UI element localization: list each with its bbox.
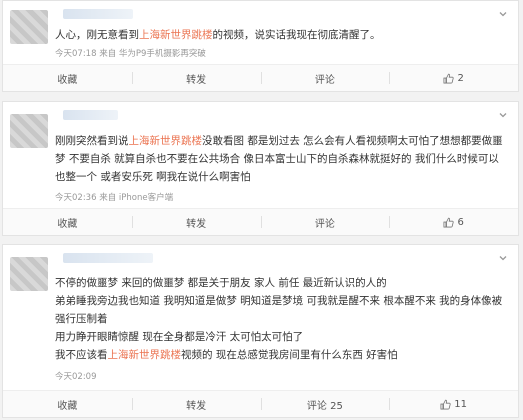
comment-button[interactable]: 评论 [260, 65, 390, 91]
text-part: 视频的 现在总感觉我房间里有什么东西 好害怕 [181, 349, 398, 361]
text-line: 我不应该看上海新世界跳楼视频的 现在总感觉我房间里有什么东西 好害怕 [55, 346, 506, 364]
thumbs-up-icon [440, 399, 451, 410]
avatar[interactable] [10, 114, 48, 148]
comment-card-1: 人心，刚无意看到上海新世界跳楼的视频，说实话我现在彻底清醒了。 今天07:18 … [2, 0, 519, 92]
comment-text: 刚刚突然看到说上海新世界跳楼没敢看图 都是划过去 怎么会有人看视频啊太可怕了想想… [55, 132, 506, 186]
collect-label: 收藏 [57, 74, 78, 86]
repost-label: 转发 [186, 218, 207, 230]
thumbs-up-icon [443, 73, 455, 84]
like-count: 11 [454, 398, 467, 410]
collect-button[interactable]: 收藏 [3, 65, 132, 91]
collect-label: 收藏 [57, 400, 78, 412]
like-count: 6 [457, 216, 464, 228]
chevron-down-icon[interactable] [498, 253, 508, 263]
text-part: 人心，刚无意看到 [55, 29, 139, 41]
like-count: 2 [457, 72, 464, 84]
text-part: 的视频，说实话我现在彻底清醒了。 [212, 29, 381, 41]
comment-card-3: 不停的做噩梦 来回的做噩梦 都是关于朋友 家人 前任 最近新认识的人的 弟弟睡我… [2, 244, 519, 418]
text-part: 刚刚突然看到说 [55, 135, 129, 147]
comment-card-2: 刚刚突然看到说上海新世界跳楼没敢看图 都是划过去 怎么会有人看视频啊太可怕了想想… [2, 101, 519, 236]
post-meta: 今天02:09 [55, 372, 97, 382]
collect-button[interactable]: 收藏 [3, 209, 132, 235]
like-button[interactable]: 2 [389, 65, 518, 91]
username-redacted[interactable] [63, 253, 153, 263]
post-meta: 今天02:36 来自 iPhone客户端 [55, 193, 174, 203]
topic-link[interactable]: 上海新世界跳楼 [108, 349, 182, 361]
topic-link[interactable]: 上海新世界跳楼 [129, 135, 203, 147]
repost-button[interactable]: 转发 [131, 65, 261, 91]
collect-label: 收藏 [57, 218, 78, 230]
username-redacted[interactable] [63, 110, 118, 120]
comment-text: 不停的做噩梦 来回的做噩梦 都是关于朋友 家人 前任 最近新认识的人的 弟弟睡我… [55, 274, 506, 364]
repost-button[interactable]: 转发 [131, 209, 261, 235]
like-button[interactable]: 6 [389, 209, 518, 235]
comment-label: 评论 25 [306, 400, 343, 412]
text-line: 不停的做噩梦 来回的做噩梦 都是关于朋友 家人 前任 最近新认识的人的 [55, 277, 387, 289]
comment-button[interactable]: 评论 [260, 209, 390, 235]
post-meta: 今天07:18 来自 华为P9手机摄影再突破 [55, 49, 206, 59]
text-line: 用力睁开眼睛惊醒 现在全身都是冷汗 太可怕太可怕了 [55, 331, 304, 343]
thumbs-up-icon [443, 217, 455, 228]
chevron-down-icon[interactable] [498, 110, 508, 120]
repost-button[interactable]: 转发 [131, 391, 261, 417]
action-bar: 收藏 转发 评论 2 [3, 64, 518, 91]
action-bar: 收藏 转发 评论 25 11 [3, 390, 518, 417]
avatar[interactable] [10, 257, 48, 291]
action-bar: 收藏 转发 评论 6 [3, 208, 518, 235]
text-line: 弟弟睡我旁边我也知道 我明知道是做梦 明知道是梦境 可我就是醒不来 根本醒不来 … [55, 295, 503, 325]
avatar[interactable] [10, 10, 48, 44]
username-redacted[interactable] [63, 9, 133, 19]
topic-link[interactable]: 上海新世界跳楼 [139, 29, 213, 41]
collect-button[interactable]: 收藏 [3, 391, 132, 417]
comment-label: 评论 [314, 74, 335, 86]
comment-text: 人心，刚无意看到上海新世界跳楼的视频，说实话我现在彻底清醒了。 [55, 26, 506, 44]
text-part: 我不应该看 [55, 349, 108, 361]
comment-label: 评论 [314, 218, 335, 230]
like-button[interactable]: 11 [389, 391, 518, 417]
comment-button[interactable]: 评论 25 [260, 391, 390, 417]
repost-label: 转发 [186, 400, 207, 412]
repost-label: 转发 [186, 74, 207, 86]
chevron-down-icon[interactable] [498, 9, 508, 19]
